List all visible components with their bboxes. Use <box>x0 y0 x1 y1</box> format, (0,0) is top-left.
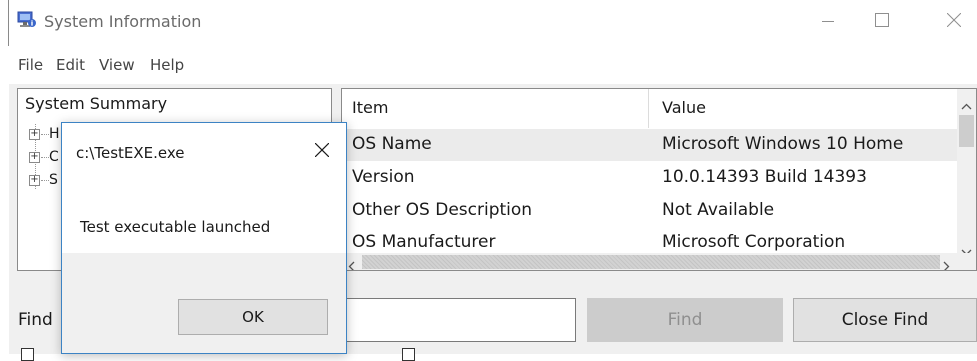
minimize-button[interactable] <box>808 4 848 38</box>
column-divider[interactable] <box>648 89 649 128</box>
cell-value: Microsoft Windows 10 Home <box>662 134 904 154</box>
maximize-button[interactable] <box>862 4 902 38</box>
menu-edit[interactable]: Edit <box>56 56 85 74</box>
column-header-value[interactable]: Value <box>662 98 706 117</box>
close-icon <box>314 142 330 161</box>
tree-item-software[interactable]: S <box>49 172 58 188</box>
menu-help[interactable]: Help <box>150 56 184 74</box>
system-info-icon <box>17 11 37 29</box>
column-header-item[interactable]: Item <box>352 98 388 117</box>
tree-connector <box>41 157 49 158</box>
menu-view[interactable]: View <box>99 56 135 74</box>
minimize-icon <box>822 12 834 31</box>
cell-item: Version <box>352 167 415 187</box>
cell-item: Other OS Description <box>352 200 533 220</box>
window-title: System Information <box>44 12 202 31</box>
cell-value: 10.0.14393 Build 14393 <box>662 167 867 187</box>
details-list: Item Value OS Name Microsoft Windows 10 … <box>341 88 977 271</box>
vertical-scroll-thumb[interactable] <box>959 115 974 147</box>
scroll-up-icon[interactable] <box>961 95 972 114</box>
cell-value: Not Available <box>662 200 775 220</box>
tree-connector <box>41 180 49 181</box>
cell-value: Microsoft Corporation <box>662 232 846 252</box>
tree-item-hardware[interactable]: H <box>49 126 60 142</box>
find-input[interactable] <box>312 298 576 342</box>
find-button[interactable]: Find <box>587 298 783 342</box>
title-bar: System Information <box>0 0 977 46</box>
horizontal-scroll-thumb[interactable] <box>362 255 940 269</box>
maximize-icon <box>875 12 889 31</box>
search-selected-category-checkbox[interactable] <box>21 348 34 361</box>
menu-bar: File Edit View Help <box>0 46 977 84</box>
ok-button[interactable]: OK <box>178 299 328 335</box>
scroll-left-icon[interactable] <box>348 257 355 270</box>
table-row[interactable]: Version 10.0.14393 Build 14393 <box>342 162 957 194</box>
table-row[interactable]: OS Name Microsoft Windows 10 Home <box>342 129 957 161</box>
menu-file[interactable]: File <box>18 56 43 74</box>
scroll-right-icon[interactable] <box>943 257 950 270</box>
dialog-close-button[interactable] <box>308 137 336 165</box>
search-category-names-checkbox[interactable] <box>402 348 415 361</box>
table-row[interactable]: Other OS Description Not Available <box>342 195 957 227</box>
vertical-scrollbar[interactable] <box>957 89 976 256</box>
close-icon <box>946 12 962 31</box>
close-find-button[interactable]: Close Find <box>793 298 977 342</box>
window-left-border <box>8 0 9 46</box>
tree-item-components[interactable]: C <box>49 149 59 165</box>
expand-plus-icon[interactable]: + <box>29 175 40 186</box>
find-label: Find <box>18 310 53 330</box>
dialog-message: Test executable launched <box>80 218 271 236</box>
close-window-button[interactable] <box>934 4 974 38</box>
horizontal-scrollbar[interactable] <box>342 253 976 270</box>
cell-item: OS Name <box>352 134 432 154</box>
cell-item: OS Manufacturer <box>352 232 496 252</box>
tree-connector <box>41 134 49 135</box>
dialog-title: c:\TestEXE.exe <box>76 144 185 162</box>
expand-plus-icon[interactable]: + <box>29 129 40 140</box>
message-dialog: c:\TestEXE.exe Test executable launched … <box>61 122 347 354</box>
expand-plus-icon[interactable]: + <box>29 152 40 163</box>
tree-root-system-summary[interactable]: System Summary <box>25 94 167 113</box>
